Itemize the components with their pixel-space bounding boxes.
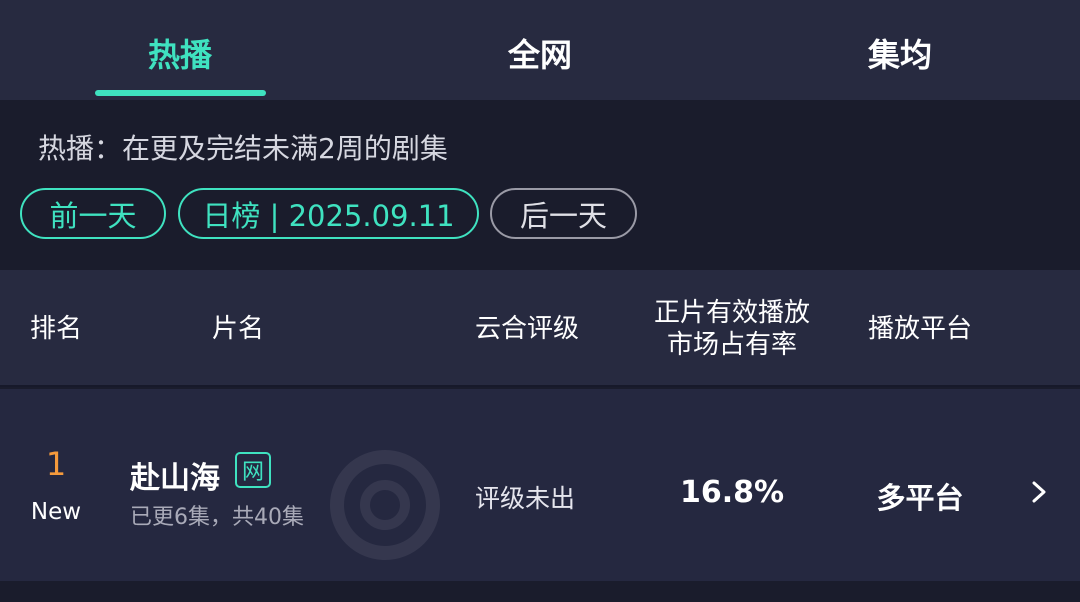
header-market-share-line1: 正片有效播放	[653, 297, 810, 328]
header-title: 片名	[212, 313, 265, 344]
market-share-value: 16.8%	[679, 475, 785, 510]
table-row[interactable]: 1 New 赴山海 网 已更6集，共40集 评级未出 16.8% 多平台	[0, 389, 1080, 581]
app-root: 热播 全网 集均 热播：在更及完结未满2周的剧集 前一天 日榜 | 2025.0…	[0, 0, 1080, 602]
date-selector[interactable]: 日榜 | 2025.09.11	[178, 188, 479, 239]
header-platform: 播放平台	[868, 313, 973, 344]
next-day-button[interactable]: 后一天	[490, 188, 637, 239]
rating-value: 评级未出	[475, 484, 576, 513]
list-description: 热播：在更及完结未满2周的剧集	[38, 132, 448, 165]
table-header: 排名 片名 云合评级 正片有效播放 市场占有率 播放平台	[0, 270, 1080, 387]
header-rating: 云合评级	[475, 313, 580, 344]
tab-hot[interactable]: 热播	[0, 0, 360, 100]
show-title: 赴山海	[130, 461, 220, 496]
previous-day-button[interactable]: 前一天	[20, 188, 166, 239]
filter-section: 热播：在更及完结未满2周的剧集 前一天 日榜 | 2025.09.11 后一天	[0, 100, 1080, 270]
tab-bar: 热播 全网 集均	[0, 0, 1080, 100]
header-market-share-line2: 市场占有率	[666, 329, 797, 360]
tab-all-network[interactable]: 全网	[360, 0, 720, 100]
platform-value: 多平台	[876, 481, 964, 515]
new-badge: New	[30, 499, 82, 525]
chevron-right-icon[interactable]	[1028, 481, 1050, 503]
rank-number: 1	[45, 445, 67, 483]
tab-per-episode[interactable]: 集均	[720, 0, 1080, 100]
header-rank: 排名	[30, 313, 83, 344]
active-tab-indicator	[95, 90, 266, 96]
web-drama-tag: 网	[235, 452, 271, 488]
episode-progress: 已更6集，共40集	[130, 505, 304, 530]
header-market-share: 正片有效播放 市场占有率	[632, 270, 832, 387]
